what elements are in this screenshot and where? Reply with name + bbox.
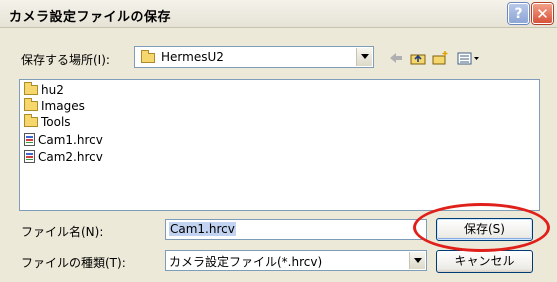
filetype-value: カメラ設定ファイル(*.hrcv): [169, 255, 323, 269]
list-item[interactable]: Images: [24, 98, 85, 114]
folder-icon: [24, 98, 38, 111]
folder-icon: [24, 114, 38, 127]
chevron-down-icon[interactable]: [356, 48, 372, 66]
up-folder-icon[interactable]: [409, 50, 427, 66]
list-item[interactable]: Cam1.hrcv: [24, 133, 103, 148]
list-item[interactable]: Tools: [24, 114, 71, 130]
cancel-button[interactable]: キャンセル: [436, 250, 533, 273]
folder-icon: [24, 82, 38, 95]
filename-field[interactable]: Cam1.hrcv: [165, 219, 427, 240]
filetype-dropdown[interactable]: カメラ設定ファイル(*.hrcv): [165, 250, 427, 271]
filename-label: ファイル名(N):: [21, 225, 104, 239]
back-arrow-icon[interactable]: [387, 50, 405, 66]
folder-icon: [141, 50, 155, 65]
save-in-value: HermesU2: [161, 50, 224, 64]
save-in-dropdown[interactable]: HermesU2: [134, 46, 374, 68]
window-title: カメラ設定ファイルの保存: [9, 10, 172, 25]
file-list[interactable]: hu2 Images Tools Cam1.hrcv Cam2.hrcv: [19, 79, 540, 211]
title-bar[interactable]: カメラ設定ファイルの保存 ? ✕: [0, 0, 557, 28]
save-button[interactable]: 保存(S): [436, 218, 533, 241]
filetype-label: ファイルの種類(T):: [21, 256, 126, 270]
save-dialog: カメラ設定ファイルの保存 ? ✕ 保存する場所(I): HermesU2 hu2…: [0, 0, 557, 282]
file-icon: [24, 133, 35, 146]
view-menu-icon[interactable]: [456, 50, 482, 66]
new-folder-icon[interactable]: [431, 50, 449, 66]
list-item[interactable]: hu2: [24, 82, 64, 98]
close-button[interactable]: ✕: [532, 3, 553, 24]
filename-value: Cam1.hrcv: [169, 222, 236, 236]
file-icon: [24, 150, 35, 163]
list-item[interactable]: Cam2.hrcv: [24, 150, 103, 165]
chevron-down-icon[interactable]: [409, 252, 425, 269]
save-in-label: 保存する場所(I):: [21, 53, 110, 67]
help-button[interactable]: ?: [508, 3, 529, 24]
